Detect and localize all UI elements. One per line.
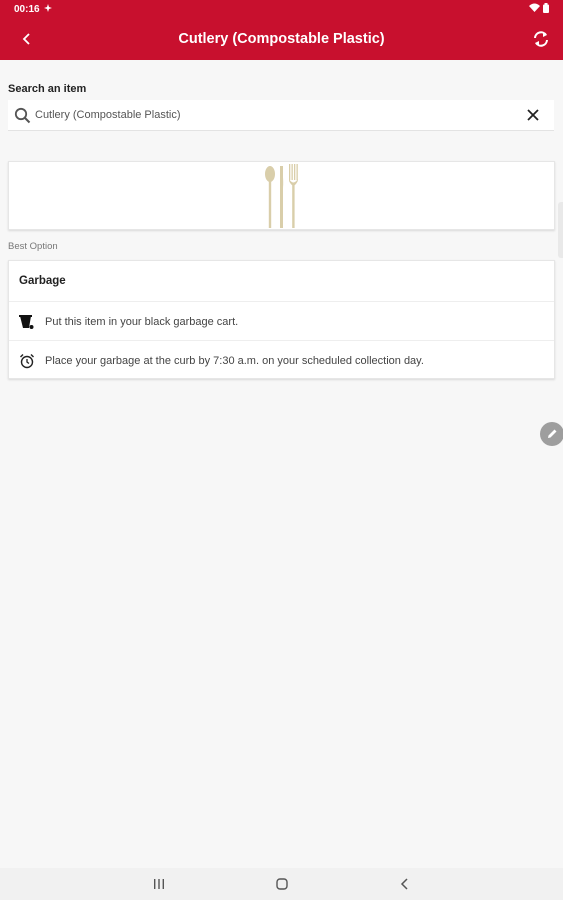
- notification-icon: [43, 3, 52, 15]
- refresh-icon: [534, 31, 548, 47]
- back-button[interactable]: [16, 28, 38, 50]
- system-nav-bar: [0, 868, 563, 900]
- edit-button[interactable]: [540, 422, 563, 446]
- instruction-text: Place your garbage at the curb by 7:30 a…: [45, 354, 424, 367]
- result-category: Garbage: [19, 275, 66, 287]
- garbage-cart-icon: [18, 313, 36, 331]
- status-right: [529, 2, 549, 16]
- best-option-label: Best Option: [8, 241, 58, 252]
- status-time: 00:16: [14, 3, 40, 15]
- alarm-clock-icon: [18, 352, 36, 370]
- battery-icon: [543, 2, 549, 16]
- instruction-row: Place your garbage at the curb by 7:30 a…: [9, 340, 554, 380]
- app-bar: Cutlery (Compostable Plastic): [0, 18, 563, 60]
- item-image-card: [8, 161, 555, 230]
- status-left: 00:16: [14, 3, 52, 15]
- clear-search-button[interactable]: [522, 104, 544, 126]
- back-arrow-icon: [22, 33, 30, 45]
- page-title: Cutlery (Compostable Plastic): [178, 31, 385, 47]
- search-bar: [8, 100, 554, 131]
- wifi-icon: [529, 3, 540, 15]
- instruction-text: Put this item in your black garbage cart…: [45, 315, 239, 328]
- search-icon: [12, 105, 32, 125]
- recent-apps-icon[interactable]: [151, 876, 167, 892]
- home-icon[interactable]: [274, 876, 290, 892]
- close-icon: [527, 109, 539, 121]
- search-input[interactable]: [35, 105, 522, 125]
- result-card: Garbage Put this item in your black garb…: [8, 260, 555, 379]
- status-bar: 00:16: [0, 0, 563, 18]
- instruction-row: Put this item in your black garbage cart…: [9, 301, 554, 341]
- pencil-icon: [548, 429, 557, 438]
- search-label: Search an item: [8, 83, 87, 95]
- refresh-button[interactable]: [529, 27, 553, 51]
- cutlery-icon: [264, 163, 298, 228]
- nav-back-icon[interactable]: [397, 876, 413, 892]
- side-panel-handle[interactable]: [558, 202, 563, 258]
